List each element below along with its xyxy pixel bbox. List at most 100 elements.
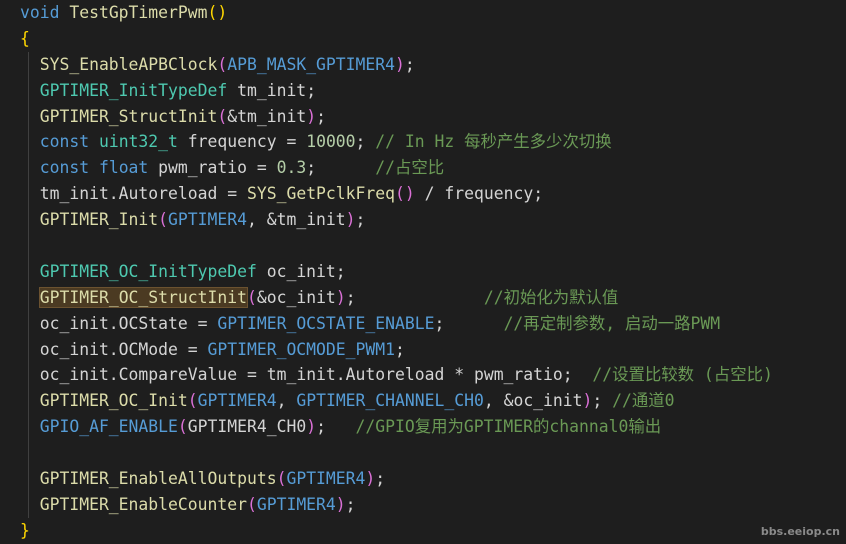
code-token: GPTIMER_EnableCounter: [20, 494, 247, 514]
code-token: //初始化为默认值: [483, 287, 619, 307]
code-token: pwm_ratio: [148, 158, 247, 178]
code-token: GPTIMER_OC_InitTypeDef: [20, 261, 257, 281]
code-token: ;: [345, 494, 356, 514]
code-token: =: [276, 132, 307, 152]
code-token: 0.3: [276, 158, 307, 178]
code-token: pwm_ratio: [473, 365, 563, 385]
code-token: &oc_init: [256, 287, 336, 307]
indent-guide: [28, 388, 29, 415]
code-token: GPTIMER_StructInit: [20, 106, 218, 126]
code-token: // In Hz 每秒产生多少次切换: [375, 132, 612, 152]
indent-guide: [28, 414, 29, 441]
code-token: ): [306, 417, 317, 437]
code-token: *: [444, 365, 474, 385]
code-editor[interactable]: void TestGpTimerPwm(){ SYS_EnableAPBCloc…: [0, 0, 846, 544]
code-token: GPTIMER4: [168, 210, 247, 230]
code-token: (: [187, 391, 198, 411]
indent-guide: [28, 440, 29, 467]
code-token: GPTIMER_EnableAllOutputs: [20, 469, 277, 489]
code-token: tm_init.Autoreload: [20, 184, 218, 204]
code-token: ;: [434, 313, 504, 333]
code-line[interactable]: {: [0, 26, 846, 52]
code-token: GPTIMER4: [256, 494, 336, 514]
indent-guide: [28, 77, 29, 104]
code-line[interactable]: oc_init.CompareValue = tm_init.Autoreloa…: [0, 362, 846, 389]
indent-guide: [28, 207, 29, 234]
code-token: ): [335, 287, 346, 307]
code-token: oc_init.CompareValue: [20, 365, 238, 385]
code-token: ;: [533, 184, 544, 204]
code-line[interactable]: const float pwm_ratio = 0.3; //占空比: [0, 155, 846, 182]
indent-guide: [28, 466, 29, 492]
code-token: APB_MASK_GPTIMER4: [227, 54, 396, 74]
indent-guide: [28, 284, 29, 311]
code-token: ): [335, 494, 346, 514]
code-token: (: [217, 106, 228, 126]
code-token: oc_init: [256, 261, 336, 281]
code-line[interactable]: oc_init.OCState = GPTIMER_OCSTATE_ENABLE…: [0, 310, 846, 337]
code-token: ;: [375, 469, 386, 489]
code-line[interactable]: GPTIMER_OC_StructInit(&oc_init); //初始化为默…: [0, 284, 846, 311]
code-line[interactable]: GPIO_AF_ENABLE(GPTIMER4_CH0); //GPIO复用为G…: [0, 414, 846, 441]
code-token: , &tm_init: [246, 210, 346, 230]
code-token: tm_init.Autoreload: [266, 365, 445, 385]
watermark: bbs.eeiop.cn: [760, 525, 840, 538]
indent-guide: [28, 258, 29, 285]
code-line[interactable]: GPTIMER_StructInit(&tm_init);: [0, 103, 846, 130]
indent-guide: [28, 310, 29, 337]
code-line[interactable]: GPTIMER_OC_Init(GPTIMER4, GPTIMER_CHANNE…: [0, 388, 846, 415]
indent-guide: [28, 155, 29, 182]
code-token: ;: [306, 80, 317, 100]
code-token: (: [217, 54, 228, 74]
code-token: ;: [306, 158, 376, 178]
code-line[interactable]: GPTIMER_Init(GPTIMER4, &tm_init);: [0, 207, 846, 234]
code-token: SYS_EnableAPBClock: [20, 54, 218, 74]
code-token: frequency: [177, 132, 277, 152]
code-token: GPTIMER4: [197, 391, 277, 411]
code-token: (): [207, 3, 228, 22]
code-line[interactable]: SYS_EnableAPBClock(APB_MASK_GPTIMER4);: [0, 51, 846, 78]
code-line[interactable]: GPTIMER_OC_InitTypeDef oc_init;: [0, 258, 846, 285]
code-token: ;: [562, 365, 593, 385]
code-token: GPTIMER_OCSTATE_ENABLE: [217, 313, 435, 333]
code-line[interactable]: GPTIMER_EnableAllOutputs(GPTIMER4);: [0, 466, 846, 492]
code-token: GPTIMER4_CH0: [187, 417, 307, 437]
highlighted-token: GPTIMER_OC_StructInit: [38, 286, 248, 308]
code-token: (: [246, 494, 257, 514]
code-token: //通道0: [612, 391, 675, 411]
code-area[interactable]: void TestGpTimerPwm(){ SYS_EnableAPBCloc…: [0, 0, 846, 544]
code-token: =: [217, 184, 247, 204]
code-token: 10000: [306, 132, 356, 152]
code-line[interactable]: }: [0, 518, 846, 544]
code-token: ): [345, 210, 356, 230]
code-line[interactable]: const uint32_t frequency = 10000; // In …: [0, 129, 846, 156]
code-token: TestGpTimerPwm: [69, 3, 208, 22]
indent-guide: [28, 103, 29, 130]
code-line[interactable]: void TestGpTimerPwm(): [0, 0, 846, 26]
code-line[interactable]: GPTIMER_EnableCounter(GPTIMER4);: [0, 491, 846, 518]
code-line[interactable]: [0, 440, 846, 467]
code-token: ): [306, 106, 317, 126]
code-token: GPTIMER_InitTypeDef: [20, 80, 228, 100]
indent-guide: [28, 336, 29, 363]
code-token: //再定制参数, 启动一路PWM: [503, 313, 721, 333]
code-token: //GPIO复用为GPTIMER的channal0输出: [355, 417, 662, 437]
code-token: (: [246, 287, 257, 307]
code-token: ;: [592, 391, 613, 411]
code-token: oc_init.OCMode: [20, 339, 178, 359]
code-token: ;: [395, 339, 405, 359]
code-token: frequency: [444, 184, 534, 204]
indent-guide: [28, 129, 29, 156]
code-line[interactable]: [0, 233, 846, 259]
code-token: =: [187, 313, 218, 333]
code-token: ;: [404, 54, 415, 74]
code-token: const: [20, 132, 99, 152]
code-token: GPTIMER4: [286, 469, 366, 489]
code-token: uint32_t: [98, 132, 178, 152]
code-line[interactable]: tm_init.Autoreload = SYS_GetPclkFreq() /…: [0, 181, 846, 208]
code-token: (: [177, 417, 188, 437]
code-line[interactable]: oc_init.OCMode = GPTIMER_OCMODE_PWM1;: [0, 336, 846, 363]
code-line[interactable]: GPTIMER_InitTypeDef tm_init;: [0, 77, 846, 104]
code-token: const: [20, 158, 99, 178]
